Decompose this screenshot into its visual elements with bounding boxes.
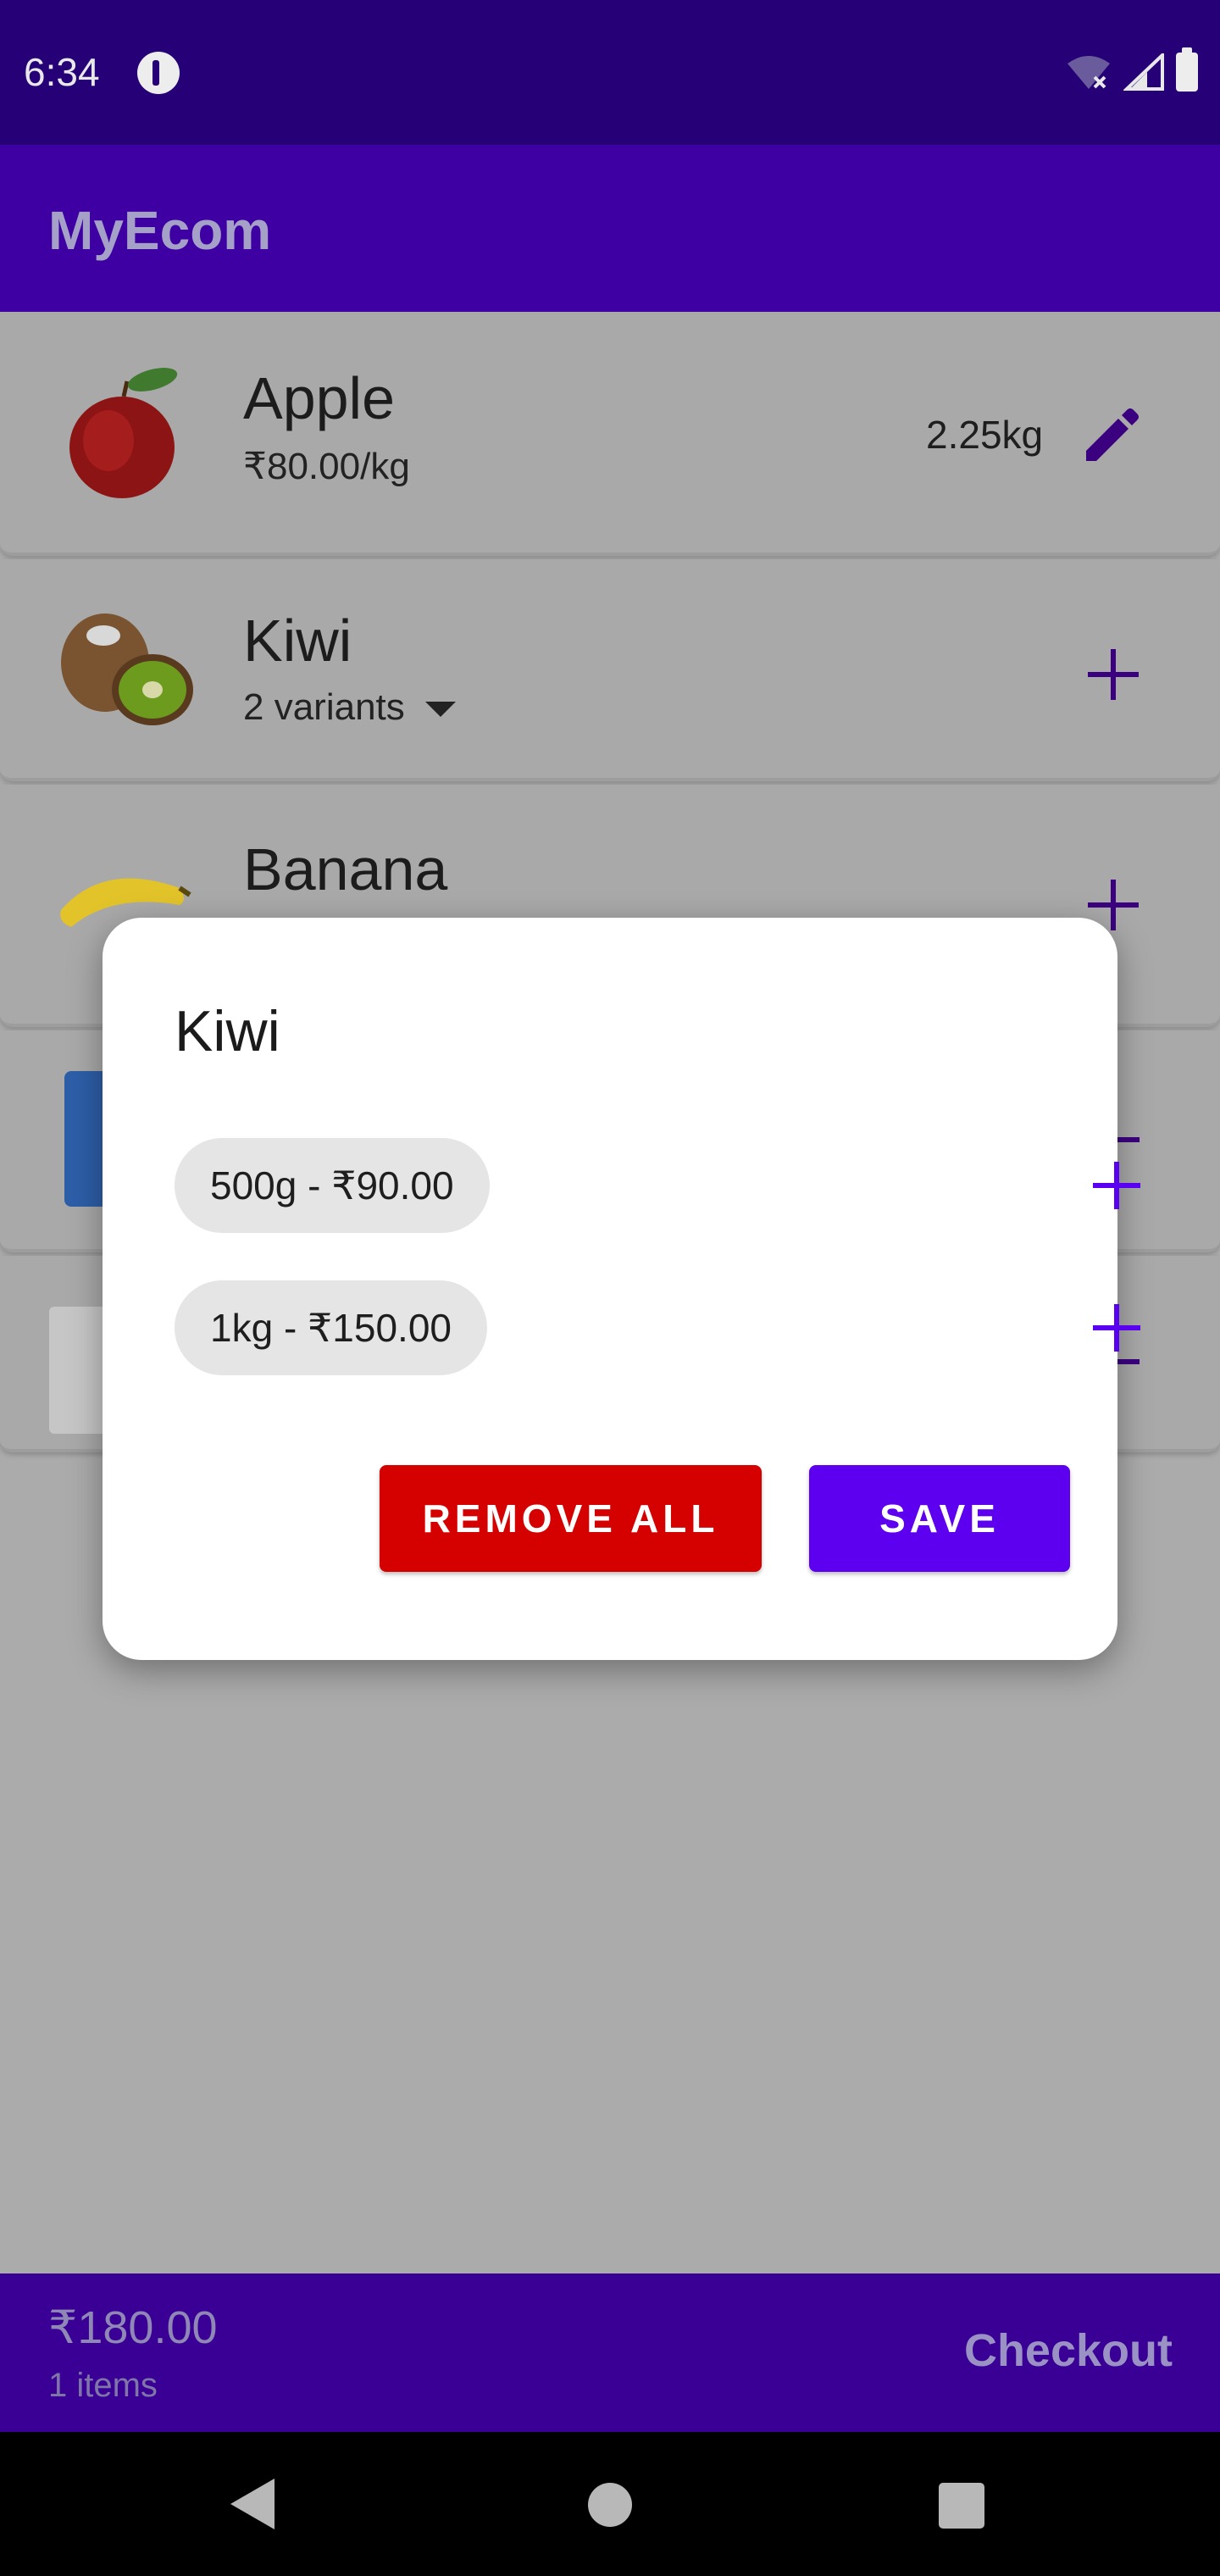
- product-quantity: 2.25kg: [926, 413, 1044, 457]
- signal-icon: [1123, 53, 1164, 91]
- cart-bar: ₹180.00 1 items Checkout: [0, 2273, 1220, 2432]
- variant-dialog: Kiwi 500g - ₹90.00 1kg - ₹150.00 REMOVE …: [103, 918, 1140, 1660]
- save-button[interactable]: SAVE: [809, 1465, 1070, 1572]
- status-time: 6:34: [24, 50, 100, 94]
- status-bar: 6:34: [0, 0, 1220, 145]
- navigation-bar: [0, 2432, 1220, 2576]
- product-card-kiwi[interactable]: Kiwi 2 variants: [0, 559, 1220, 781]
- dialog-title: Kiwi: [175, 999, 280, 1063]
- app-bar: MyEcom: [0, 145, 1220, 312]
- product-name: Banana: [243, 836, 448, 902]
- apple-image: [69, 368, 178, 498]
- product-name: Apple: [243, 365, 396, 431]
- edit-icon[interactable]: [1081, 403, 1144, 466]
- product-price: ₹80.00/kg: [243, 446, 410, 487]
- cart-item-count: 1 items: [48, 2367, 158, 2404]
- add-icon[interactable]: [1081, 1150, 1152, 1221]
- app-notification-icon: [137, 52, 180, 94]
- recents-icon[interactable]: [939, 2483, 984, 2529]
- variant-chip[interactable]: 500g - ₹90.00: [175, 1138, 490, 1233]
- back-icon[interactable]: [230, 2479, 274, 2529]
- cart-total: ₹180.00: [48, 2302, 218, 2353]
- product-card-apple[interactable]: Apple ₹80.00/kg 2.25kg: [0, 312, 1220, 556]
- home-icon[interactable]: [588, 2483, 632, 2527]
- add-icon[interactable]: [1078, 639, 1149, 710]
- product-variants-toggle[interactable]: 2 variants: [243, 686, 456, 729]
- product-name: Kiwi: [243, 608, 352, 674]
- variant-row: 1kg - ₹150.00: [175, 1280, 1140, 1375]
- add-icon[interactable]: [1081, 1292, 1152, 1363]
- wifi-off-icon: [1068, 56, 1110, 89]
- product-variants: 2 variants: [243, 686, 405, 728]
- variant-row: 500g - ₹90.00: [175, 1138, 1140, 1233]
- kiwi-image: [61, 613, 193, 725]
- product-image: [49, 1307, 108, 1434]
- status-icons: [1066, 47, 1198, 92]
- remove-all-button[interactable]: REMOVE ALL: [380, 1465, 762, 1572]
- checkout-button[interactable]: Checkout: [964, 2324, 1173, 2377]
- variant-chip[interactable]: 1kg - ₹150.00: [175, 1280, 488, 1375]
- dropdown-arrow-icon: [424, 702, 456, 718]
- battery-icon: [1176, 47, 1198, 92]
- app-title: MyEcom: [48, 200, 272, 261]
